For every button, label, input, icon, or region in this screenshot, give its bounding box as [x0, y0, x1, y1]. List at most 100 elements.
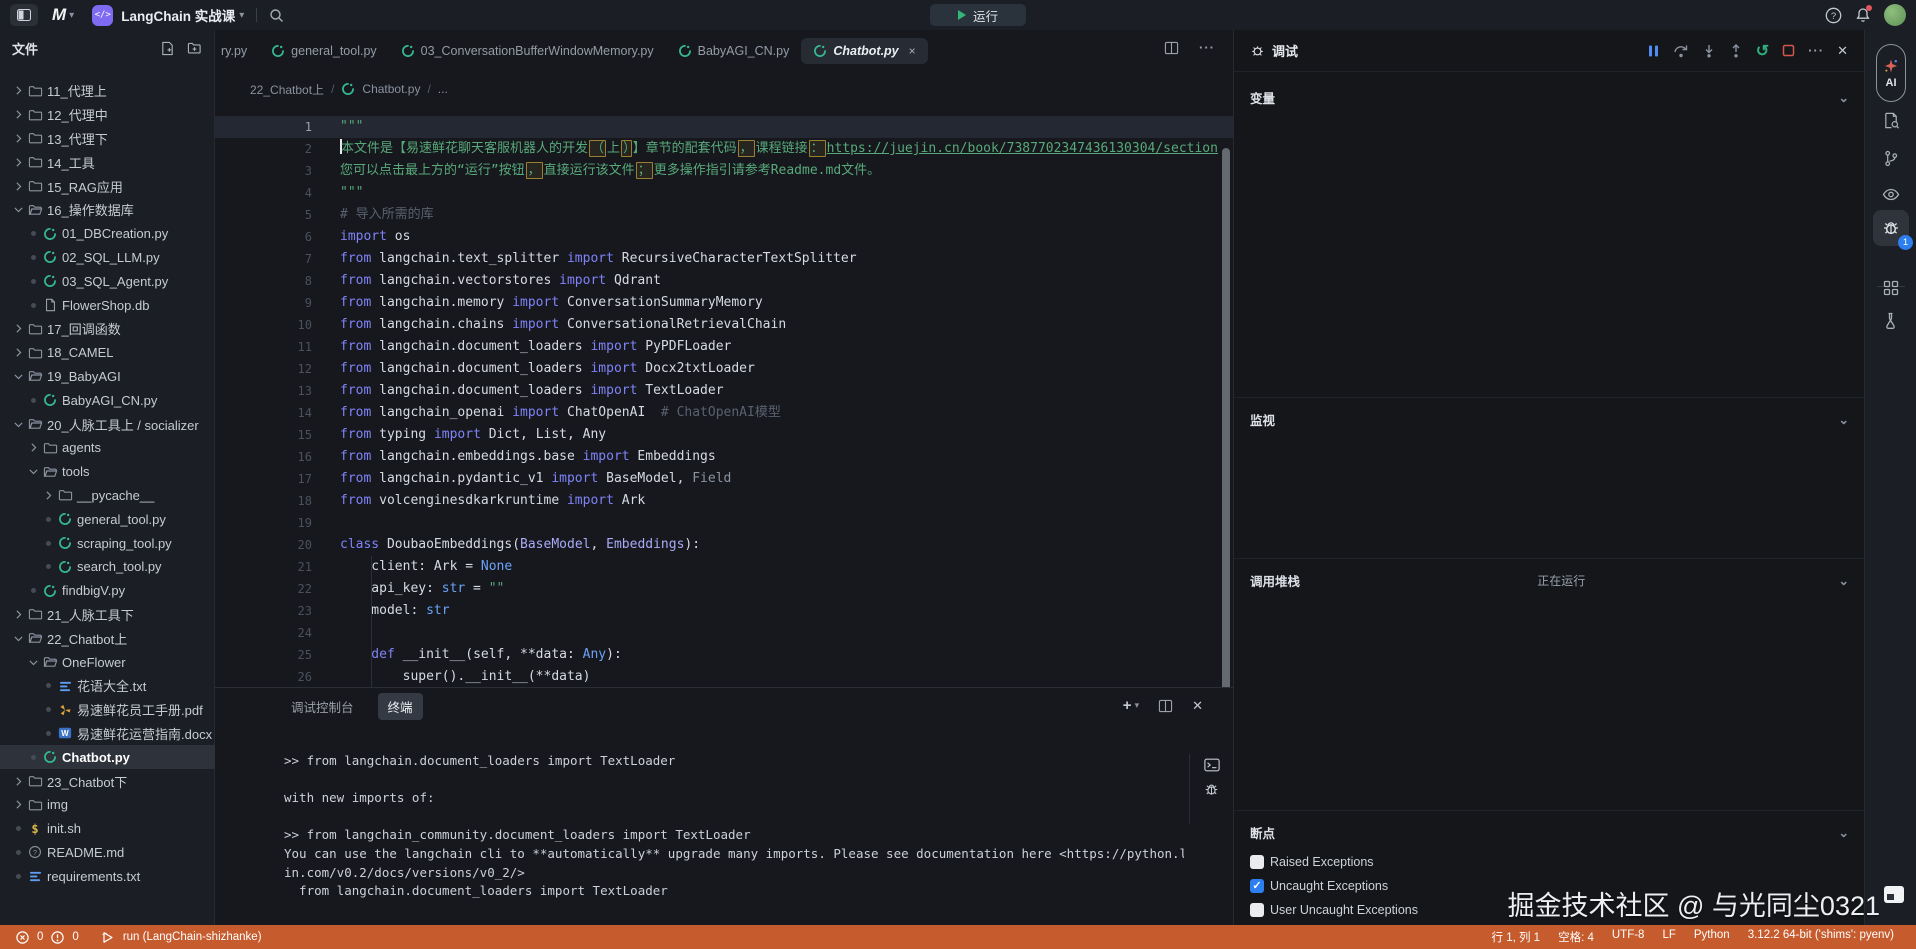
plus-icon[interactable]: +▾: [1123, 697, 1139, 714]
tree-folder[interactable]: 15_RAG应用: [0, 174, 215, 198]
tree-folder[interactable]: 13_代理下: [0, 127, 215, 151]
tab-close-icon[interactable]: ×: [909, 44, 916, 58]
eye-activity-button[interactable]: [1865, 188, 1916, 201]
grid-activity-button[interactable]: [1865, 280, 1916, 296]
breakpoint-checkbox[interactable]: ✓: [1250, 879, 1264, 893]
tree-folder[interactable]: 21_人脉工具下: [0, 603, 215, 627]
step-into-icon[interactable]: [1702, 44, 1716, 58]
more-icon[interactable]: ···: [1808, 43, 1824, 58]
bug-icon[interactable]: [1204, 782, 1219, 797]
tree-folder[interactable]: 20_人脉工具上 / socializer: [0, 412, 215, 436]
debug-run-icon[interactable]: [101, 931, 115, 944]
tree-folder[interactable]: agents: [0, 436, 215, 460]
tree-file[interactable]: requirements.txt: [0, 864, 215, 888]
stop-icon[interactable]: [1782, 44, 1795, 57]
tree-file[interactable]: BabyAGI_CN.py: [0, 388, 215, 412]
chevron-down-icon[interactable]: ⌄: [1839, 825, 1849, 840]
git-branch-activity-button[interactable]: [1865, 150, 1916, 167]
tree-folder[interactable]: 23_Chatbot下: [0, 769, 215, 793]
tree-folder[interactable]: tools: [0, 460, 215, 484]
code-editor[interactable]: 1"""2本文件是【易速鲜花聊天客服机器人的开发（上）】章节的配套代码，课程链接…: [215, 100, 1233, 687]
errors-icon[interactable]: [16, 931, 29, 944]
new-folder-icon[interactable]: [187, 41, 202, 56]
ai-assistant-button[interactable]: AI: [1876, 44, 1906, 102]
tree-file[interactable]: FlowerShop.db: [0, 293, 215, 317]
chevron-down-icon[interactable]: ⌄: [1839, 573, 1849, 588]
new-file-icon[interactable]: [160, 41, 175, 56]
close-icon[interactable]: ✕: [1192, 698, 1203, 714]
tree-folder[interactable]: 11_代理上: [0, 79, 215, 103]
tree-folder[interactable]: 12_代理中: [0, 103, 215, 127]
editor-tab[interactable]: general_tool.py: [259, 38, 388, 64]
tree-file[interactable]: findbigV.py: [0, 579, 215, 603]
restart-icon[interactable]: ↺: [1756, 41, 1769, 61]
status-item[interactable]: LF: [1662, 929, 1675, 945]
tree-folder[interactable]: 17_回调函数: [0, 317, 215, 341]
editor-tab[interactable]: 03_ConversationBufferWindowMemory.py: [389, 38, 666, 64]
tree-file[interactable]: Chatbot.py: [0, 745, 215, 769]
tree-file[interactable]: 花语大全.txt: [0, 674, 215, 698]
chevron-down-icon[interactable]: ⌄: [1839, 412, 1849, 427]
tree-file[interactable]: 01_DBCreation.py: [0, 222, 215, 246]
flask-activity-button[interactable]: [1865, 312, 1916, 329]
status-item[interactable]: 3.12.2 64-bit ('shims': pyenv): [1748, 929, 1894, 945]
breadcrumb-item[interactable]: Chatbot.py: [362, 82, 420, 96]
close-icon[interactable]: ✕: [1837, 43, 1848, 59]
tree-file[interactable]: scraping_tool.py: [0, 531, 215, 555]
workspace-chevron-icon[interactable]: ▾: [239, 10, 244, 21]
split-editor-icon[interactable]: [1164, 40, 1179, 55]
tree-file[interactable]: general_tool.py: [0, 507, 215, 531]
warnings-icon[interactable]: [51, 931, 64, 944]
tree-file[interactable]: $init.sh: [0, 817, 215, 841]
terminal-output[interactable]: >> from langchain.document_loaders impor…: [284, 752, 1184, 901]
tree-file[interactable]: 03_SQL_Agent.py: [0, 269, 215, 293]
breadcrumb-item[interactable]: 22_Chatbot上: [250, 81, 324, 98]
console-tab[interactable]: 调试控制台: [281, 693, 364, 720]
pause-icon[interactable]: [1647, 44, 1660, 58]
tree-file[interactable]: 02_SQL_LLM.py: [0, 246, 215, 270]
avatar[interactable]: [1884, 4, 1906, 26]
debug-activity-button[interactable]: 1: [1873, 210, 1909, 246]
status-item[interactable]: 空格: 4: [1558, 929, 1594, 945]
logo-chevron-icon[interactable]: ▾: [69, 10, 74, 21]
step-out-icon[interactable]: [1729, 44, 1743, 58]
tree-file[interactable]: ?README.md: [0, 841, 215, 865]
breadcrumb[interactable]: 22_Chatbot上/Chatbot.py/...: [250, 78, 448, 100]
tree-folder[interactable]: 18_CAMEL: [0, 341, 215, 365]
editor-tab[interactable]: BabyAGI_CN.py: [666, 38, 802, 64]
tree-folder[interactable]: __pycache__: [0, 484, 215, 508]
tree-folder[interactable]: img: [0, 793, 215, 817]
breadcrumb-item[interactable]: ...: [438, 82, 448, 96]
breakpoint-checkbox[interactable]: [1250, 855, 1264, 869]
search-icon[interactable]: [269, 8, 284, 23]
editor-scrollbar[interactable]: [1222, 148, 1230, 687]
status-item[interactable]: 行 1, 列 1: [1492, 929, 1541, 945]
run-button[interactable]: 运行: [930, 4, 1026, 26]
run-config-label[interactable]: run (LangChain-shizhanke): [123, 931, 262, 943]
tree-file[interactable]: search_tool.py: [0, 555, 215, 579]
chevron-down-icon[interactable]: ⌄: [1839, 90, 1849, 105]
step-over-icon[interactable]: [1673, 44, 1689, 58]
tree-folder[interactable]: 16_操作数据库: [0, 198, 215, 222]
status-item[interactable]: Python: [1694, 929, 1730, 945]
tree-file[interactable]: W易速鲜花运营指南.docx: [0, 722, 215, 746]
tree-folder[interactable]: OneFlower: [0, 650, 215, 674]
help-icon[interactable]: ?: [1825, 7, 1842, 24]
console-tab[interactable]: 终端: [378, 693, 423, 720]
tree-folder[interactable]: 22_Chatbot上: [0, 626, 215, 650]
tree-folder[interactable]: 19_BabyAGI: [0, 365, 215, 389]
terminal-icon[interactable]: [1204, 758, 1220, 772]
tree-file[interactable]: 易速鲜花员工手册.pdf: [0, 698, 215, 722]
tree-folder[interactable]: 14_工具: [0, 150, 215, 174]
file-search-activity-button[interactable]: [1865, 112, 1916, 129]
breakpoint-checkbox[interactable]: [1250, 903, 1264, 917]
split-editor-icon[interactable]: [1158, 699, 1173, 713]
panel-toggle-button[interactable]: [10, 4, 38, 26]
editor-tab[interactable]: ry.py: [215, 38, 259, 64]
editor-tab[interactable]: Chatbot.py×: [801, 38, 927, 64]
workspace-title[interactable]: LangChain 实战课: [121, 5, 235, 25]
notifications-bell-icon[interactable]: [1855, 7, 1871, 23]
app-logo[interactable]: M: [52, 5, 65, 25]
status-item[interactable]: UTF-8: [1612, 929, 1645, 945]
more-icon[interactable]: ···: [1199, 40, 1215, 55]
